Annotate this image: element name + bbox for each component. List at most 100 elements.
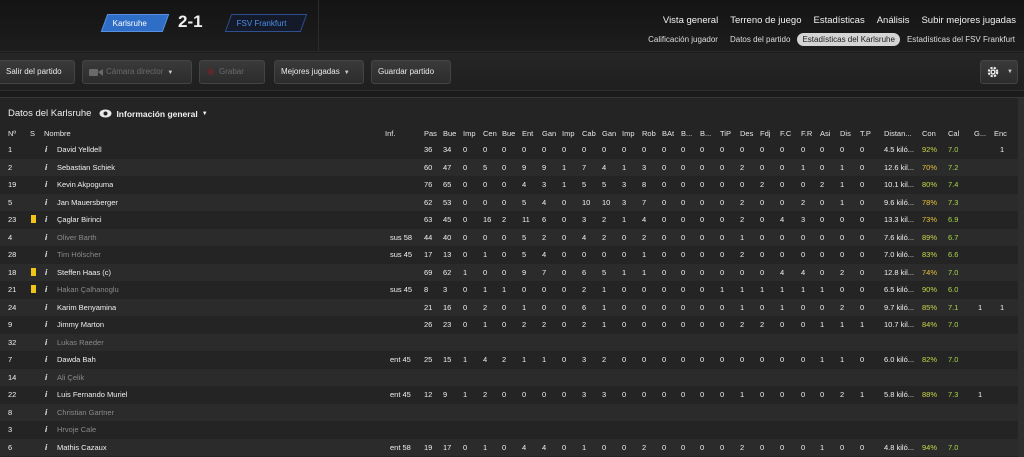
tab-match-stats[interactable]: Datos del partido (725, 33, 795, 46)
column-header[interactable]: Cal (948, 129, 959, 138)
away-team-badge[interactable]: FSV Frankfurt (224, 14, 308, 32)
nav-statistics[interactable]: Estadísticas (814, 15, 865, 26)
info-icon[interactable]: i (45, 246, 47, 264)
column-header[interactable]: B... (700, 129, 711, 138)
column-header[interactable]: Enc (994, 129, 1007, 138)
view-selector[interactable]: Información general ▼ (99, 109, 208, 119)
stat-cell: 4 (642, 215, 647, 224)
info-icon[interactable]: i (45, 351, 47, 369)
nav-analysis[interactable]: Análisis (877, 15, 910, 26)
nav-pitch[interactable]: Terreno de juego (730, 15, 801, 26)
info-icon[interactable]: i (45, 421, 47, 439)
record-button[interactable]: Grabar (199, 60, 265, 84)
info-icon[interactable]: i (45, 141, 47, 159)
stat-cell: 0 (780, 232, 785, 242)
info-icon[interactable]: i (45, 176, 47, 194)
column-header[interactable]: Cab (582, 129, 596, 138)
stat-cell: 1 (820, 320, 825, 329)
director-camera-button[interactable]: Cámara director ▼ (82, 60, 192, 84)
column-header[interactable]: F.C (780, 129, 791, 138)
stat-cell: 0 (622, 145, 627, 154)
column-header[interactable]: Imp (463, 129, 476, 138)
rating-cell: 6.6 (948, 250, 959, 259)
info-icon[interactable]: i (45, 211, 47, 229)
player-name: Dawda Bah (57, 355, 96, 364)
table-row[interactable]: 7 i Dawda Bah ent 45 25 15 1 4 2 1 1 0 3 2 0 0 0 0 0 0 0 0 0 0 1… (0, 351, 1018, 369)
stat-cell: 0 (622, 442, 627, 452)
nav-overview[interactable]: Vista general (663, 15, 718, 26)
column-header[interactable]: TiP (720, 129, 731, 138)
column-header[interactable]: Gan (542, 129, 556, 138)
table-row[interactable]: 4 i Oliver Barth sus 58 44 40 0 0 0 5 2 0 4 2 0 2 0 0 0 0 1 0… (0, 229, 1018, 247)
info-icon[interactable]: i (45, 386, 47, 404)
column-header[interactable]: G... (974, 129, 986, 138)
column-header[interactable]: Cen (483, 129, 497, 138)
column-header[interactable]: Asi (820, 129, 830, 138)
info-icon[interactable]: i (45, 281, 47, 299)
column-header[interactable]: Inf. (385, 129, 395, 138)
column-header[interactable]: Bue (502, 129, 515, 138)
table-row[interactable]: 18 i Steffen Haas (c) 69 62 1 0 0 9 7 0 6 5 1 1 0 0 0 0 0 0 4… (0, 264, 1018, 282)
chevron-down-icon: ▼ (167, 70, 174, 76)
column-header[interactable]: Pas (424, 129, 437, 138)
stat-cell: 1 (463, 390, 468, 399)
info-icon[interactable]: i (45, 159, 47, 177)
column-header[interactable]: Gan (602, 129, 616, 138)
info-icon[interactable]: i (45, 439, 47, 457)
table-row[interactable]: 8 i Christian Gartner (0, 404, 1018, 422)
table-row[interactable]: 2 i Sebastian Schiek 60 47 0 5 0 9 9 1 7 4 1 3 0 0 0 0 2 0 0 1… (0, 159, 1018, 177)
table-row[interactable]: 22 i Luis Fernando Muriel ent 45 12 9 1 2 0 0 0 0 3 3… (0, 386, 1018, 404)
column-header[interactable]: Bue (443, 129, 456, 138)
tab-player-ratings[interactable]: Calificación jugador (643, 33, 723, 46)
info-icon[interactable]: i (45, 299, 47, 317)
stat-cell: 0 (602, 145, 607, 154)
table-row[interactable]: 3 i Hrvoje Cale (0, 421, 1018, 439)
table-row[interactable]: 6 i Mathis Cazaux ent 58 19 17 0 1 0 4 4 0 1 0 0 2 0 0 0 0 2… (0, 439, 1018, 457)
column-header[interactable]: BAt (662, 129, 674, 138)
column-header[interactable]: Nombre (44, 129, 71, 138)
info-icon[interactable]: i (45, 334, 47, 352)
save-match-button[interactable]: Guardar partido (371, 60, 451, 84)
table-row[interactable]: 28 i Tim Hölscher sus 45 17 13 0 1 0 5 4 0 0 0 0 1 0 0 0 0 2… (0, 246, 1018, 264)
table-row[interactable]: 21 i Hakan Çalhanoglu sus 45 8 3 0 1 1 0 0 0 2 1 0 0 0 0 0… (0, 281, 1018, 299)
info-icon[interactable]: i (45, 194, 47, 212)
column-header[interactable]: Dis (840, 129, 851, 138)
column-header[interactable]: Rob (642, 129, 656, 138)
info-icon[interactable]: i (45, 229, 47, 247)
table-row[interactable]: 32 i Lukas Raeder (0, 334, 1018, 352)
info-icon[interactable]: i (45, 404, 47, 422)
table-row[interactable]: 23 i Çaglar Birinci 63 45 0 16 2 11 6 0 3 2 1 4 0 0 0 0 2 0 4… (0, 211, 1018, 229)
column-header[interactable]: Distan... (884, 129, 912, 138)
column-header[interactable]: F.R (801, 129, 812, 138)
column-header[interactable]: Imp (622, 129, 635, 138)
table-row[interactable]: 19 i Kevin Akpoguma 76 65 0 0 0 4 3 1 5 5 3 8 0 0 0 0 0 2 0 0 2… (0, 176, 1018, 194)
info-icon[interactable]: i (45, 369, 47, 387)
column-header[interactable]: T.P (860, 129, 871, 138)
column-header[interactable]: Des (740, 129, 753, 138)
column-header[interactable]: Con (922, 129, 936, 138)
table-row[interactable]: 14 i Ali Çelik (0, 369, 1018, 387)
stat-cell: 0 (562, 390, 567, 399)
column-header[interactable]: Ent (522, 129, 533, 138)
column-header[interactable]: Nº (8, 129, 16, 138)
scrollbar[interactable] (1018, 98, 1024, 457)
settings-button[interactable]: ▼ (980, 60, 1018, 84)
column-header[interactable]: Fdj (760, 129, 770, 138)
nav-upload-highlights[interactable]: Subir mejores jugadas (921, 15, 1016, 26)
column-header[interactable]: B... (681, 129, 692, 138)
table-row[interactable]: 1 i David Yelldell 36 34 0 0 0 0 0 0 0 0 0 0 0 0 0 0 0 0 0 0 0 0… (0, 141, 1018, 159)
exit-match-button[interactable]: Salir del partido (0, 60, 75, 84)
tab-home-stats[interactable]: Estadísticas del Karlsruhe (797, 33, 900, 46)
info-icon[interactable]: i (45, 264, 47, 282)
home-team-badge[interactable]: Karlsruhe (100, 14, 170, 32)
stat-cell: 0 (820, 145, 825, 154)
table-row[interactable]: 5 i Jan Mauersberger 62 53 0 0 0 5 4 0 10 10 3 7 0 0 0 0 2 0… (0, 194, 1018, 212)
tab-away-stats[interactable]: Estadísticas del FSV Frankfurt (902, 33, 1020, 46)
pass-completion-cell: 92% (922, 145, 938, 154)
column-header[interactable]: S (30, 129, 35, 138)
table-row[interactable]: 9 i Jimmy Marton 26 23 0 1 0 2 2 0 2 1 0 0 0 0 0 0 2 2 0 0 1 1 1 1… (0, 316, 1018, 334)
info-icon[interactable]: i (45, 316, 47, 334)
table-row[interactable]: 24 i Karim Benyamina 21 16 0 2 0 1 0 0 6 1 0 0 0 0 0 0 1 0 1 0… (0, 299, 1018, 317)
column-header[interactable]: Imp (562, 129, 575, 138)
highlights-button[interactable]: Mejores jugadas ▼ (274, 60, 364, 84)
